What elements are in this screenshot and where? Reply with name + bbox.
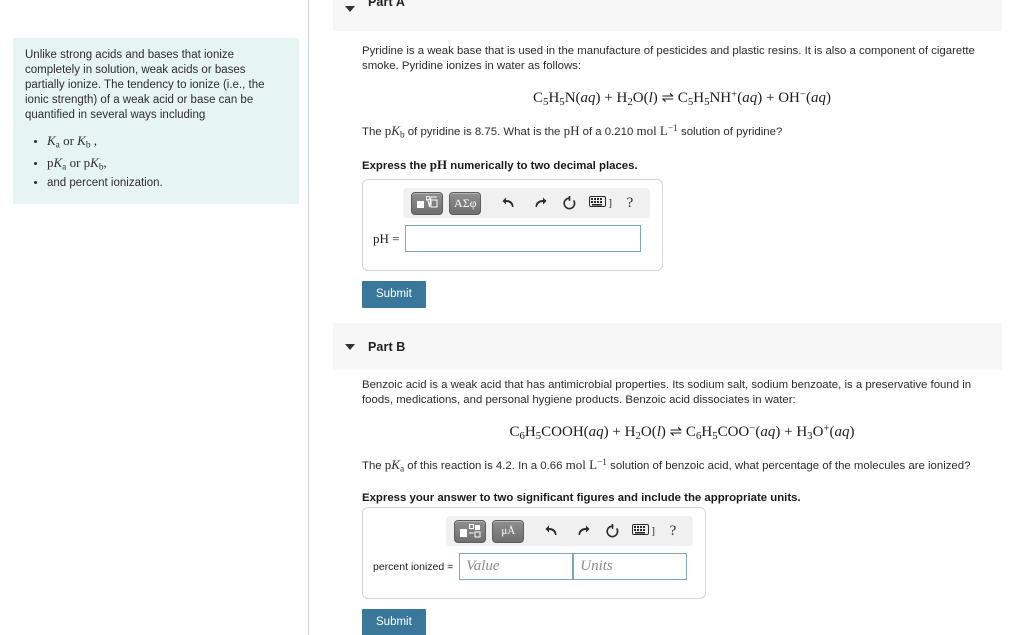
bullet-ka-kb: Ka or Kb ,: [47, 133, 287, 154]
help-icon[interactable]: ?: [618, 191, 642, 215]
part-a-title: Part A: [368, 0, 405, 9]
left-panel: Unlike strong acids and bases that ioniz…: [0, 0, 309, 635]
keyboard-icon: [632, 522, 650, 540]
help-icon[interactable]: ?: [661, 519, 685, 543]
bullet-percent-ionization: and percent ionization.: [47, 176, 287, 191]
part-b-title: Part B: [368, 339, 406, 354]
bullet-pka-pkb: pKa or pKb,: [47, 155, 287, 176]
keyboard-bracket-label: ]: [651, 525, 655, 537]
part-a-header[interactable]: Part A: [333, 0, 1002, 31]
part-b-symbol-label: μÅ: [501, 524, 516, 537]
part-a-body: Pyridine is a weak base that is used in …: [362, 44, 1002, 199]
value-input[interactable]: [459, 553, 574, 580]
part-b-toolbar: μÅ] ?: [446, 516, 693, 546]
part-b-question: The pKa of this reaction is 4.2. In a 0.…: [362, 456, 971, 475]
part-b-answer-box: μÅ] ? percent ionized = Value Units: [362, 507, 706, 599]
part-a-answer-label: pH =: [373, 230, 400, 246]
part-a-answer-row: pH =: [363, 225, 662, 252]
redo-icon[interactable]: [570, 519, 594, 543]
units-symbols-icon[interactable]: μÅ: [492, 519, 525, 543]
intro-paragraph: Unlike strong acids and bases that ioniz…: [25, 49, 265, 121]
part-a-paragraph: Pyridine is a weak base that is used in …: [362, 45, 975, 72]
part-b-help-label: ?: [669, 522, 677, 539]
intro-info-box: Unlike strong acids and bases that ioniz…: [13, 38, 299, 205]
part-a-help-label: ?: [626, 194, 634, 211]
caret-down-icon[interactable]: [345, 5, 355, 12]
part-b-header[interactable]: Part B: [333, 323, 1002, 370]
reset-icon[interactable]: [557, 191, 581, 215]
undo-icon[interactable]: [497, 191, 521, 215]
keyboard-icon: [589, 194, 607, 212]
math-template-icon[interactable]: [411, 191, 444, 215]
part-a-submit-button[interactable]: Submit: [362, 281, 426, 308]
main-panel: Part A Pyridine is a weak base that is u…: [310, 0, 1024, 635]
intro-bullet-list: Ka or Kb , pKa or pKb, and percent ioniz…: [25, 133, 287, 191]
part-a-symbol-label: ΑΣφ: [454, 196, 477, 210]
part-b-answer-row: percent ionized =: [363, 553, 705, 580]
part-b-submit-button[interactable]: Submit: [362, 609, 426, 635]
part-a-toolbar: ΑΣφ] ?: [403, 188, 650, 218]
part-a-instruction: Express the pH numerically to two decima…: [362, 156, 638, 172]
keyboard-toggle[interactable]: ]: [589, 194, 612, 212]
greek-symbols-icon[interactable]: ΑΣφ: [449, 191, 482, 215]
part-a-question: The pKb of pyridine is 8.75. What is the…: [362, 122, 783, 141]
part-b-instruction: Express your answer to two significant f…: [362, 491, 801, 504]
part-a-answer-box: ΑΣφ] ? pH =: [362, 179, 663, 271]
ph-input[interactable]: [405, 225, 642, 252]
part-b-equation: C6H5COOH(aq) + H2O(l) ⇌ C6H5COO−(aq) + H…: [509, 422, 855, 443]
part-a-equation: C5H5N(aq) + H2O(l) ⇌ C5H5NH+(aq) + OH−(a…: [533, 88, 831, 109]
part-b-answer-label: percent ionized =: [373, 560, 454, 573]
undo-icon[interactable]: [540, 519, 564, 543]
page-root: Unlike strong acids and bases that ioniz…: [0, 0, 1024, 635]
caret-down-icon[interactable]: [345, 343, 355, 350]
redo-icon[interactable]: [527, 191, 551, 215]
keyboard-toggle[interactable]: ]: [632, 522, 655, 540]
units-input[interactable]: [573, 553, 688, 580]
reset-icon[interactable]: [600, 519, 624, 543]
keyboard-bracket-label: ]: [608, 197, 612, 209]
part-b-paragraph: Benzoic acid is a weak acid that has ant…: [362, 379, 972, 406]
block-template-icon[interactable]: [454, 519, 487, 543]
